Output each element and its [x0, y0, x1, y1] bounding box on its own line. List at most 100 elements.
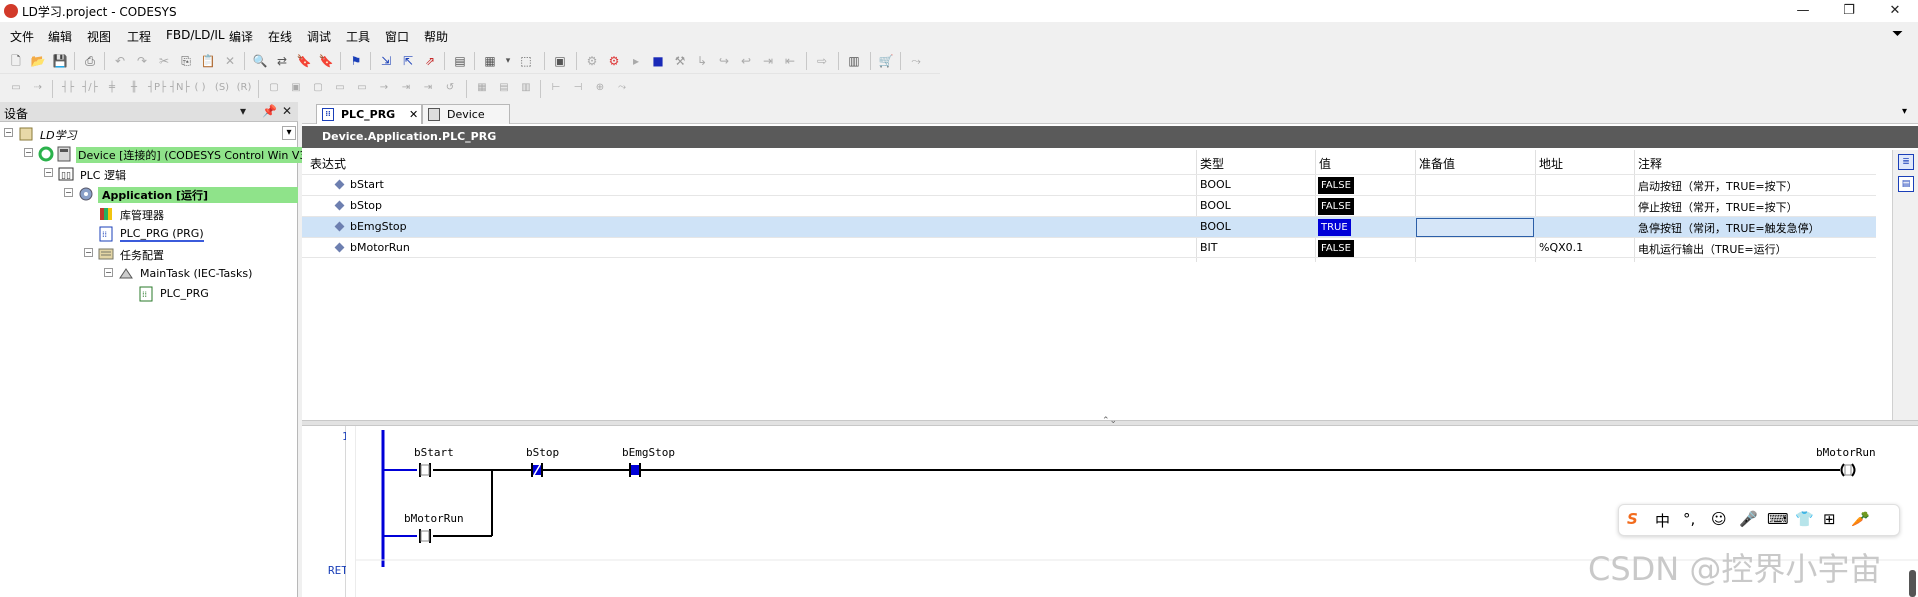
negate-icon[interactable]: ▦ [474, 81, 490, 95]
reset-icon[interactable]: ⇗ [422, 53, 438, 69]
tree-item-plc-logic[interactable]: − ▯▯ PLC 逻辑 [0, 164, 298, 184]
tree-item-maintask[interactable]: − MainTask (IEC-Tasks) [0, 264, 298, 284]
tree-item-application[interactable]: − Application [运行] [0, 184, 298, 204]
menu-file[interactable]: 文件 [10, 28, 34, 45]
table-row[interactable]: bMotorRun BIT FALSE %QX0.1 电机运行输出（TRUE=运… [302, 237, 1876, 258]
coil-icon[interactable]: ( ) [192, 81, 208, 95]
device-icon[interactable]: ▤ [452, 53, 468, 69]
run-icon[interactable]: ▸ [628, 53, 644, 69]
contact-icon[interactable]: ┤├ [60, 81, 76, 95]
stop-icon[interactable]: ■ [650, 53, 666, 69]
tabs-dropdown-icon[interactable]: ▾ [1902, 106, 1907, 117]
branch-icon[interactable]: → [376, 81, 392, 95]
tab-plc-prg[interactable]: ⁞⁞ PLC_PRG ✕ [316, 104, 422, 124]
contact-bstop[interactable] [526, 463, 548, 477]
rising-edge-contact-icon[interactable]: ┤P├ [148, 81, 166, 95]
monitor-icon[interactable]: ▣ [552, 53, 568, 69]
menu-tools[interactable]: 工具 [346, 28, 370, 45]
table-row-selected[interactable]: bEmgStop BOOL TRUE 急停按钮（常闭，TRUE=触发急停） [302, 216, 1876, 237]
tree-dropdown-icon[interactable]: ▾ [282, 126, 296, 140]
toolbox-icon[interactable]: ⊞ [1823, 510, 1836, 528]
menu-debug[interactable]: 调试 [307, 28, 331, 45]
keyboard-icon[interactable]: ⌨ [1767, 510, 1789, 528]
menu-fbd-ld-il[interactable]: FBD/LD/IL [166, 28, 225, 42]
set-reset-icon[interactable]: ▥ [518, 81, 534, 95]
logout-icon[interactable]: ⇱ [400, 53, 416, 69]
carrot-icon[interactable]: 🥕 [1851, 510, 1870, 528]
tree-item-task-config[interactable]: − 任务配置 [0, 244, 298, 264]
step-into-icon[interactable]: ↳ [694, 53, 710, 69]
view-dropdown-icon[interactable]: ▾ [500, 53, 516, 69]
label-icon[interactable]: ⇥ [420, 81, 436, 95]
tree-item-device[interactable]: − Device [连接的] (CODESYS Control Win V3) [0, 144, 313, 164]
tree-item-plc-prg[interactable]: ⁞⁞ PLC_PRG (PRG) [0, 224, 298, 244]
paste-icon[interactable]: 📋 [200, 53, 216, 69]
network-below-icon[interactable]: ⇢ [30, 81, 46, 95]
flow-control-icon[interactable]: ⤳ [908, 53, 924, 69]
tree-item-library-manager[interactable]: 库管理器 [0, 204, 298, 224]
contact-bemgstop[interactable] [624, 463, 646, 477]
save-icon[interactable]: 💾 [52, 53, 68, 69]
tree-item-project[interactable]: − LD学习 ▾ [0, 124, 298, 144]
set-next-statement-icon[interactable]: ⇤ [782, 53, 798, 69]
coil-bmotorrun[interactable] [1838, 463, 1858, 477]
panel-close-icon[interactable]: ✕ [282, 104, 292, 118]
step-out-icon[interactable]: ↩ [738, 53, 754, 69]
output-icon[interactable]: ▭ [354, 81, 370, 95]
pin-icon[interactable]: 📌 [262, 104, 277, 118]
network-icon[interactable]: ▭ [8, 81, 24, 95]
run-to-cursor-icon[interactable]: ⇥ [760, 53, 776, 69]
panel-dropdown-icon[interactable]: ▾ [240, 104, 246, 118]
build-icon[interactable]: ⚑ [348, 53, 364, 69]
cut-icon[interactable]: ✂ [156, 53, 172, 69]
remove-unused-icon[interactable]: ⤳ [614, 81, 630, 95]
undo-icon[interactable]: ↶ [112, 53, 128, 69]
punctuation-icon[interactable]: °, [1683, 510, 1695, 528]
header-expression[interactable]: 表达式 [310, 155, 346, 172]
show-next-statement-icon[interactable]: ⇨ [814, 53, 830, 69]
ime-mode-chinese[interactable]: 中 [1655, 510, 1670, 531]
reset-coil-icon[interactable]: (R) [236, 81, 252, 95]
align-icon[interactable]: ⊢ [548, 81, 564, 95]
menu-online[interactable]: 在线 [268, 28, 292, 45]
header-comment[interactable]: 注释 [1638, 155, 1662, 172]
tab-close-icon[interactable]: ✕ [409, 108, 418, 121]
ladder-scrollbar-thumb[interactable] [1909, 570, 1916, 597]
header-value[interactable]: 值 [1319, 155, 1331, 172]
negated-contact-icon[interactable]: ┤/├ [82, 81, 98, 95]
falling-edge-contact-icon[interactable]: ┤N├ [170, 81, 190, 95]
parallel-negated-contact-icon[interactable]: ╫ [126, 81, 142, 95]
jump-icon[interactable]: ⇥ [398, 81, 414, 95]
delete-icon[interactable]: ✕ [222, 53, 238, 69]
start-icon[interactable]: ⚙ [606, 53, 622, 69]
microphone-icon[interactable]: 🎤 [1739, 510, 1758, 528]
replace-icon[interactable]: ⇄ [274, 53, 290, 69]
menu-help[interactable]: 帮助 [424, 28, 448, 45]
tabular-view-icon[interactable]: ▤ [1898, 176, 1914, 192]
menu-view[interactable]: 视图 [87, 28, 111, 45]
redo-icon[interactable]: ↷ [134, 53, 150, 69]
emoji-icon[interactable]: ☺ [1711, 510, 1727, 528]
collapse-arrows-icon[interactable]: ⌃⌄ [1102, 416, 1117, 426]
write-values-icon[interactable]: ▥ [846, 53, 862, 69]
box-icon[interactable]: ▢ [266, 81, 282, 95]
open-project-icon[interactable]: 📂 [30, 53, 46, 69]
header-address[interactable]: 地址 [1539, 155, 1563, 172]
login-icon[interactable]: ⇲ [378, 53, 394, 69]
new-project-icon[interactable]: 🗋 [8, 53, 24, 69]
menu-project[interactable]: 工程 [127, 28, 151, 45]
table-row[interactable]: bStart BOOL FALSE 启动按钮（常开，TRUE=按下） [302, 174, 1876, 195]
edge-detect-icon[interactable]: ▤ [496, 81, 512, 95]
contact-bstart[interactable] [414, 463, 436, 477]
bookmark-next-icon[interactable]: 🔖 [318, 53, 334, 69]
find-icon[interactable]: 🔍 [252, 53, 268, 69]
print-icon[interactable]: ⎙ [82, 53, 98, 69]
contact-bmotorrun[interactable] [414, 529, 436, 543]
prepared-value-cell[interactable] [1416, 218, 1534, 237]
sogou-logo-icon[interactable]: S [1627, 510, 1638, 528]
update-params-icon[interactable]: ⊕ [592, 81, 608, 95]
skin-icon[interactable]: 👕 [1795, 510, 1814, 528]
table-row[interactable]: bStop BOOL FALSE 停止按钮（常开，TRUE=按下） [302, 195, 1876, 216]
box-empty-icon[interactable]: ▢ [310, 81, 326, 95]
set-coil-icon[interactable]: (S) [214, 81, 230, 95]
